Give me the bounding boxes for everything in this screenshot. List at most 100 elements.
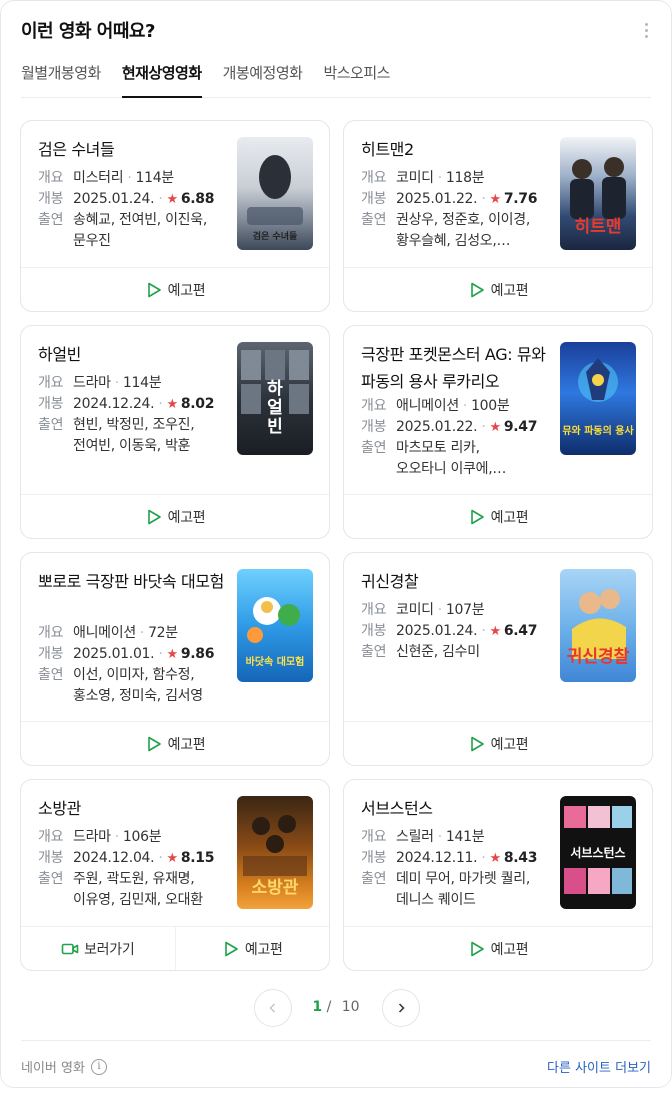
star-icon: ★ <box>166 397 178 412</box>
genre-value: 드라마 <box>73 829 111 845</box>
play-icon <box>470 941 484 956</box>
movie-meta: 개요 스릴러 · 141분 개봉 2024.12.11. · ★ 8.43 출연 데미 무어, … <box>361 827 561 911</box>
cast-line: 데니스 퀘이드 <box>396 892 476 908</box>
release-label: 개봉 <box>361 191 387 207</box>
genre-label: 개요 <box>38 829 64 845</box>
current-page: 1 <box>312 999 323 1015</box>
movie-title[interactable]: 뽀로로 극장판 바닷속 대모험 <box>38 568 228 595</box>
cast-line: 신현준, 김수미 <box>396 644 480 660</box>
play-icon <box>470 509 484 524</box>
kebab-icon[interactable] <box>641 23 651 39</box>
tab-monthly-releases[interactable]: 월별개봉영화 <box>21 57 101 98</box>
runtime-value: 72분 <box>148 625 178 641</box>
movie-card[interactable]: 검은 수녀들 개요 미스터리 · 114분 개봉 2025.01.24. · ★ 6.88 출… <box>20 120 330 312</box>
chevron-left-icon <box>269 1003 276 1013</box>
tab-box-office[interactable]: 박스오피스 <box>323 57 390 98</box>
genre-value: 미스터리 <box>73 170 124 186</box>
cast-label: 출연 <box>38 667 64 683</box>
more-sites-link[interactable]: 다른 사이트 더보기 <box>547 1057 651 1076</box>
movie-poster[interactable]: 서브스턴스 <box>560 796 636 909</box>
trailer-button[interactable]: 예고편 <box>344 927 652 970</box>
poster-title: 히트맨 <box>574 217 622 237</box>
cast-line: 주원, 곽도원, 유재명, <box>73 871 195 887</box>
movie-title[interactable]: 히트맨2 <box>361 136 551 163</box>
trailer-button[interactable]: 예고편 <box>21 722 329 765</box>
prev-page-button[interactable] <box>254 989 292 1027</box>
rating-score: 6.88 <box>180 191 215 207</box>
trailer-button[interactable]: 예고편 <box>344 495 652 538</box>
movie-poster[interactable]: 바닷속 대모험 <box>237 569 313 682</box>
movie-poster[interactable]: 소방관 <box>237 796 313 909</box>
cast-line: 권상우, 정준호, 이이경, <box>396 212 530 228</box>
star-icon: ★ <box>166 851 178 866</box>
next-page-button[interactable] <box>382 989 420 1027</box>
panel-title: 이런 영화 어때요? <box>21 21 155 42</box>
cast-line: 데미 무어, 마가렛 퀄리, <box>396 871 530 887</box>
runtime-value: 118분 <box>445 170 485 186</box>
release-date: 2025.01.22. <box>396 419 478 435</box>
movie-poster[interactable]: 히트맨 <box>560 137 636 250</box>
trailer-button[interactable]: 예고편 <box>344 722 652 765</box>
release-label: 개봉 <box>38 191 64 207</box>
genre-label: 개요 <box>38 625 64 641</box>
movie-card[interactable]: 귀신경찰 개요 코미디 · 107분 개봉 2025.01.24. · ★ 6.47 출연 신현… <box>343 552 653 766</box>
star-icon: ★ <box>489 624 501 639</box>
movie-card[interactable]: 하얼빈 개요 드라마 · 114분 개봉 2024.12.24. · ★ 8.02 출연 현빈,… <box>20 325 330 539</box>
movie-card[interactable]: 소방관 개요 드라마 · 106분 개봉 2024.12.04. · ★ 8.15 출연 주원,… <box>20 779 330 971</box>
play-icon <box>147 736 161 751</box>
release-label: 개봉 <box>361 850 387 866</box>
total-pages: 10 <box>341 999 360 1015</box>
movie-card[interactable]: 극장판 포켓몬스터 AG: 뮤와 파동의 용사 루카리오 개요 애니메이션 · 100… <box>343 325 653 539</box>
release-date: 2024.12.04. <box>73 850 155 866</box>
cast-label: 출연 <box>361 871 387 887</box>
tab-upcoming[interactable]: 개봉예정영화 <box>223 57 303 98</box>
movie-poster[interactable]: 귀신경찰 <box>560 569 636 682</box>
runtime-value: 114분 <box>122 375 162 391</box>
watch-button[interactable]: 보러가기 <box>21 927 175 970</box>
info-icon[interactable]: i <box>90 1058 107 1075</box>
poster-title: 소방관 <box>251 878 299 898</box>
movie-title[interactable]: 서브스턴스 <box>361 795 551 822</box>
poster-title: 귀신경찰 <box>566 647 630 667</box>
page-separator: / <box>326 999 332 1015</box>
trailer-button[interactable]: 예고편 <box>174 927 330 970</box>
movie-poster[interactable]: 뮤와 파동의 용사 <box>560 342 636 455</box>
movie-poster[interactable]: 검은 수녀들 <box>237 137 313 250</box>
movie-card[interactable]: 서브스턴스 개요 스릴러 · 141분 개봉 2024.12.11. · ★ 8.43 출연 데… <box>343 779 653 971</box>
movie-poster[interactable]: 하얼빈 <box>237 342 313 455</box>
movie-title[interactable]: 하얼빈 <box>38 341 228 368</box>
cast-label: 출연 <box>361 212 387 228</box>
movie-meta: 개요 애니메이션 · 72분 개봉 2025.01.01. · ★ 9.86 출연 이선, 이미… <box>38 623 238 707</box>
release-date: 2025.01.24. <box>396 623 478 639</box>
cast-label: 출연 <box>38 417 64 433</box>
release-date: 2025.01.22. <box>396 191 478 207</box>
runtime-value: 106분 <box>122 829 162 845</box>
source-label: 네이버 영화 i <box>21 1057 107 1076</box>
star-icon: ★ <box>489 851 501 866</box>
trailer-button[interactable]: 예고편 <box>344 268 652 311</box>
movie-title[interactable]: 귀신경찰 <box>361 568 551 595</box>
movie-title[interactable]: 소방관 <box>38 795 228 822</box>
trailer-label: 예고편 <box>167 736 206 753</box>
play-icon <box>470 736 484 751</box>
runtime-value: 107분 <box>445 602 485 618</box>
movie-card[interactable]: 히트맨2 개요 코미디 · 118분 개봉 2025.01.22. · ★ 7.76 출연 권상… <box>343 120 653 312</box>
genre-value: 애니메이션 <box>73 625 136 641</box>
movie-title[interactable]: 극장판 포켓몬스터 AG: 뮤와 파동의 용사 루카리오 <box>361 341 551 395</box>
movie-title[interactable]: 검은 수녀들 <box>38 136 228 163</box>
genre-value: 드라마 <box>73 375 111 391</box>
movie-meta: 개요 드라마 · 114분 개봉 2024.12.24. · ★ 8.02 출연 현빈, 박정민… <box>38 373 238 457</box>
release-label: 개봉 <box>361 623 387 639</box>
poster-title: 검은 수녀들 <box>252 232 298 242</box>
trailer-button[interactable]: 예고편 <box>21 268 329 311</box>
tab-now-showing[interactable]: 현재상영영화 <box>121 57 202 98</box>
movie-meta: 개요 코미디 · 118분 개봉 2025.01.22. · ★ 7.76 출연 권상우, 정준… <box>361 168 561 252</box>
trailer-label: 예고편 <box>244 941 283 958</box>
trailer-button[interactable]: 예고편 <box>21 495 329 538</box>
movie-card[interactable]: 뽀로로 극장판 바닷속 대모험 개요 애니메이션 · 72분 개봉 2025.01.01… <box>20 552 330 766</box>
genre-label: 개요 <box>38 170 64 186</box>
genre-label: 개요 <box>361 398 387 414</box>
star-icon: ★ <box>489 420 501 435</box>
panel-footer: 네이버 영화 i 다른 사이트 더보기 <box>21 1040 651 1089</box>
cast-line: 현빈, 박정민, 조우진, <box>73 417 195 433</box>
